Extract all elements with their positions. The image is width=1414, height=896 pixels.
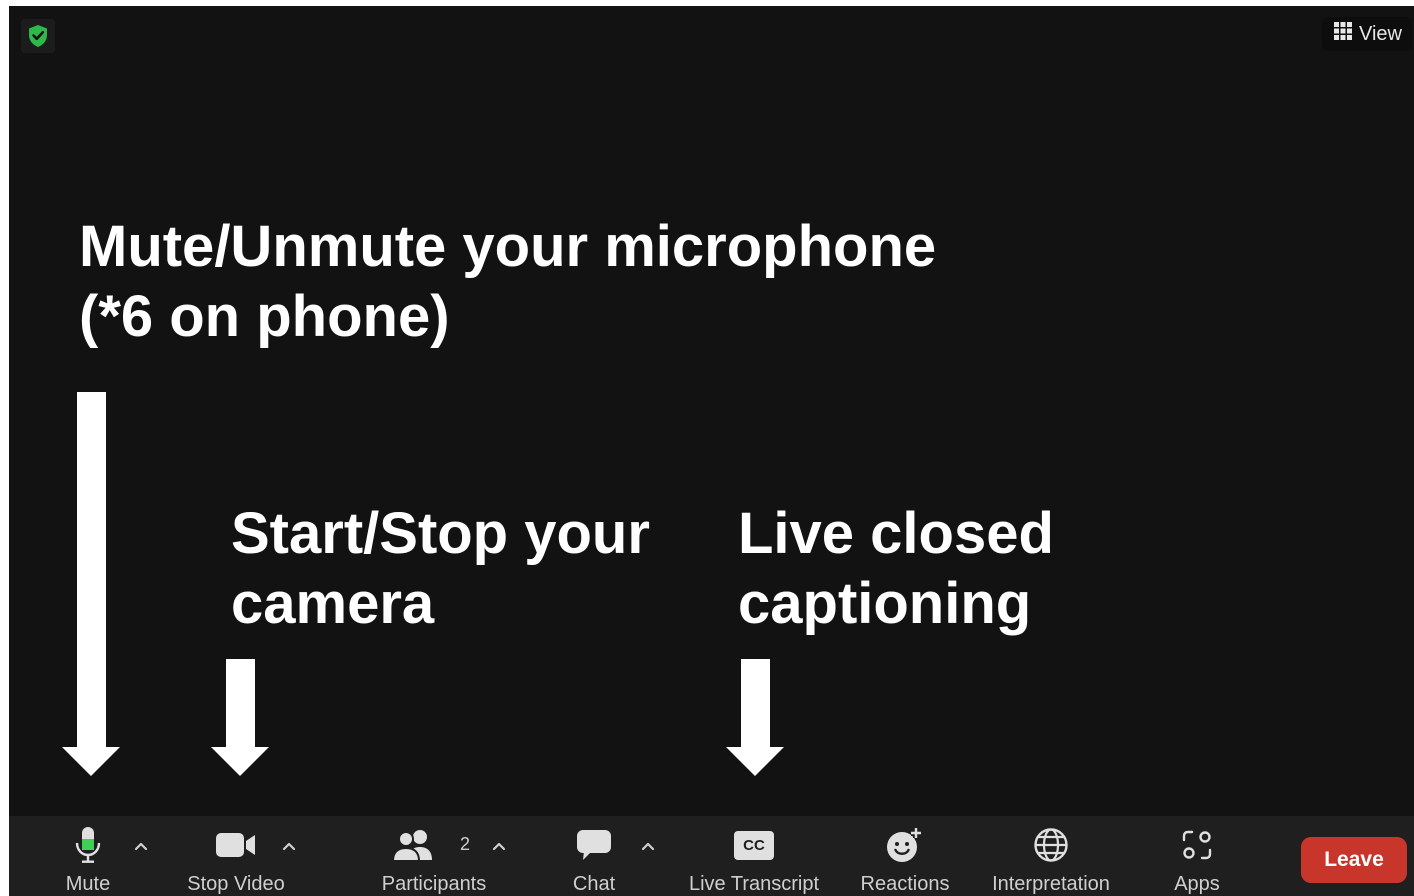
chat-icon bbox=[576, 826, 612, 864]
mute-button[interactable]: Mute bbox=[49, 816, 127, 896]
cc-arrow bbox=[726, 659, 784, 776]
participants-icon bbox=[392, 826, 436, 864]
globe-icon bbox=[1033, 826, 1069, 864]
microphone-icon bbox=[73, 826, 103, 864]
video-arrow bbox=[211, 659, 269, 776]
interpretation-label: Interpretation bbox=[992, 873, 1110, 895]
mute-arrow bbox=[62, 392, 120, 776]
reactions-icon bbox=[885, 826, 925, 864]
meeting-toolbar: Mute Stop Video Participants 2 Chat CC L… bbox=[9, 816, 1414, 896]
apps-icon bbox=[1180, 826, 1214, 864]
audio-options-caret-icon[interactable] bbox=[131, 836, 151, 856]
video-options-caret-icon[interactable] bbox=[279, 836, 299, 856]
stop-video-button[interactable]: Stop Video bbox=[177, 816, 295, 896]
chat-options-caret-icon[interactable] bbox=[638, 836, 658, 856]
reactions-button[interactable]: Reactions bbox=[855, 816, 955, 896]
participants-options-caret-icon[interactable] bbox=[489, 836, 509, 856]
apps-button[interactable]: Apps bbox=[1164, 816, 1230, 896]
video-annotation-line1: Start/Stop your bbox=[231, 501, 650, 566]
cc-badge: CC bbox=[734, 830, 774, 860]
meeting-window: View Mute/Unmute your microphone (*6 on … bbox=[9, 6, 1414, 896]
leave-button[interactable]: Leave bbox=[1301, 837, 1407, 883]
interpretation-button[interactable]: Interpretation bbox=[979, 816, 1123, 896]
participants-count: 2 bbox=[460, 834, 471, 854]
reactions-label: Reactions bbox=[860, 873, 950, 895]
mute-annotation-line1: Mute/Unmute your microphone bbox=[79, 214, 937, 279]
cc-annotation-line2: captioning bbox=[738, 571, 1032, 636]
security-shield-icon[interactable] bbox=[21, 19, 55, 53]
participants-label: Participants bbox=[381, 873, 487, 895]
mute-annotation-line2: (*6 on phone) bbox=[79, 284, 450, 349]
chat-label: Chat bbox=[572, 873, 616, 895]
video-camera-icon bbox=[214, 826, 258, 864]
view-label: View bbox=[1359, 22, 1402, 45]
apps-label: Apps bbox=[1174, 873, 1220, 895]
view-button[interactable]: View bbox=[1322, 17, 1412, 51]
chat-button[interactable]: Chat bbox=[559, 816, 629, 896]
live-transcript-button[interactable]: CC Live Transcript bbox=[679, 816, 829, 896]
cc-annotation-line1: Live closed bbox=[738, 501, 1054, 566]
video-annotation-line2: camera bbox=[231, 571, 435, 636]
mute-label: Mute bbox=[65, 873, 111, 895]
cc-icon: CC bbox=[734, 826, 774, 864]
live-transcript-label: Live Transcript bbox=[688, 873, 820, 895]
participants-button[interactable]: Participants bbox=[373, 816, 495, 896]
grid-icon bbox=[1334, 22, 1352, 46]
stop-video-label: Stop Video bbox=[187, 873, 285, 895]
